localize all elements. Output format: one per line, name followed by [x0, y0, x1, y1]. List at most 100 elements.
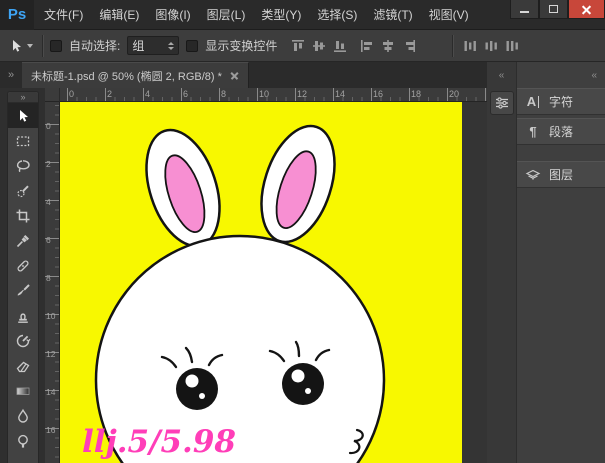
document-tab[interactable]: 未标题-1.psd @ 50% (椭圆 2, RGB/8) *: [22, 62, 249, 88]
layers-panel-label: 图层: [549, 166, 573, 183]
signature-text: llj.5/5.98: [82, 424, 236, 460]
h-ruler-label-4: 4: [145, 89, 150, 99]
current-tool-preset[interactable]: [6, 36, 35, 56]
auto-select-dropdown[interactable]: 组: [127, 36, 179, 55]
tool-options-bar: 自动选择: 组 显示变换控件: [0, 30, 605, 62]
h-ruler-label-14: 14: [335, 89, 345, 99]
v-ruler-label-6: 6: [46, 235, 51, 245]
h-ruler-label-20: 20: [449, 89, 459, 99]
v-ruler-label-8: 8: [46, 273, 51, 283]
eraser-tool-button[interactable]: [8, 353, 38, 378]
crop-tool-button[interactable]: [8, 203, 38, 228]
align-horizontal-centers-button[interactable]: [378, 36, 398, 56]
brush-tool-button[interactable]: [8, 278, 38, 303]
adjustments-icon: [495, 96, 509, 110]
auto-select-checkbox[interactable]: [50, 40, 62, 52]
icon-panel-column: «: [487, 62, 517, 463]
align-bottom-edges-button[interactable]: [330, 36, 350, 56]
minimize-icon: [520, 11, 529, 13]
show-transform-label: 显示变换控件: [205, 37, 277, 54]
h-ruler-label-2: 2: [107, 89, 112, 99]
distribute-right-edges-button[interactable]: [502, 36, 522, 56]
v-ruler-label-16: 16: [46, 425, 55, 435]
app-logo[interactable]: Ps: [0, 0, 34, 30]
left-dock-expand-button[interactable]: »: [0, 62, 22, 88]
icon-panel-collapse-button[interactable]: «: [487, 62, 516, 88]
v-ruler-label-4: 4: [46, 197, 51, 207]
h-ruler-label-10: 10: [259, 89, 269, 99]
document-area: 02468101214161820 0246810121416: [45, 88, 487, 463]
align-right-edges-button[interactable]: [399, 36, 419, 56]
auto-select-value: 组: [132, 37, 164, 54]
align-left-edges-button[interactable]: [357, 36, 377, 56]
paragraph-panel-button[interactable]: ¶ 段落: [517, 118, 605, 145]
history-brush-tool-icon: [15, 333, 31, 349]
dropdown-spinner-icon: [168, 42, 174, 50]
eyedropper-tool-icon: [15, 233, 31, 249]
quick-selection-tool-button[interactable]: [8, 178, 38, 203]
options-separator: [42, 35, 43, 57]
blur-tool-icon: [15, 408, 31, 424]
align-group-vertical: [288, 36, 350, 56]
v-ruler-label-14: 14: [46, 387, 55, 397]
spot-healing-brush-tool-icon: [15, 258, 31, 274]
lasso-tool-button[interactable]: [8, 153, 38, 178]
move-tool-icon: [8, 38, 24, 54]
panel-button-column: « A 字符 ¶ 段落 图层: [517, 62, 605, 463]
collapse-left-icon: «: [499, 70, 505, 81]
canvas[interactable]: llj.5/5.98: [60, 102, 462, 463]
distribute-horizontal-centers-icon: [483, 38, 499, 54]
tools-panel: »: [7, 91, 39, 463]
blur-tool-button[interactable]: [8, 403, 38, 428]
panel-collapse-button[interactable]: «: [517, 62, 605, 88]
align-vertical-centers-button[interactable]: [309, 36, 329, 56]
horizontal-ruler[interactable]: 02468101214161820: [45, 88, 487, 102]
close-button[interactable]: [568, 0, 605, 19]
ruler-corner: [45, 88, 60, 102]
gradient-tool-button[interactable]: [8, 378, 38, 403]
h-ruler-label-16: 16: [373, 89, 383, 99]
tools-panel-grip[interactable]: »: [8, 92, 38, 103]
dodge-tool-button[interactable]: [8, 428, 38, 453]
minimize-button[interactable]: [510, 0, 539, 19]
align-bottom-edges-icon: [332, 38, 348, 54]
rectangular-marquee-tool-button[interactable]: [8, 128, 38, 153]
menu-item-1[interactable]: 文件(F): [36, 0, 91, 30]
adjustments-panel-button[interactable]: [490, 91, 514, 115]
menu-item-2[interactable]: 编辑(E): [91, 0, 147, 30]
preset-caret-icon: [27, 44, 33, 48]
app-logo-text: Ps: [8, 6, 26, 23]
distribute-horizontal-centers-button[interactable]: [481, 36, 501, 56]
layers-panel-button[interactable]: 图层: [517, 161, 605, 188]
spot-healing-brush-tool-button[interactable]: [8, 253, 38, 278]
menu-bar-items: 文件(F)编辑(E)图像(I)图层(L)类型(Y)选择(S)滤镜(T)视图(V): [36, 0, 477, 29]
menu-item-7[interactable]: 滤镜(T): [365, 0, 420, 30]
h-ruler-label-12: 12: [297, 89, 307, 99]
vertical-ruler[interactable]: 0246810121416: [45, 102, 60, 463]
menu-item-4[interactable]: 图层(L): [199, 0, 254, 30]
move-tool-button[interactable]: [8, 103, 38, 128]
show-transform-checkbox[interactable]: [186, 40, 198, 52]
maximize-icon: [549, 5, 558, 13]
distribute-left-edges-button[interactable]: [460, 36, 480, 56]
close-tab-icon[interactable]: [230, 71, 239, 80]
brush-tool-icon: [15, 283, 31, 299]
menu-item-8[interactable]: 视图(V): [421, 0, 477, 30]
character-panel-button[interactable]: A 字符: [517, 88, 605, 115]
character-icon: A: [524, 93, 542, 111]
eyedropper-tool-button[interactable]: [8, 228, 38, 253]
align-top-edges-button[interactable]: [288, 36, 308, 56]
history-brush-tool-button[interactable]: [8, 328, 38, 353]
distribute-right-edges-icon: [504, 38, 520, 54]
lasso-tool-icon: [15, 158, 31, 174]
v-ruler-label-2: 2: [46, 159, 51, 169]
dodge-tool-icon: [15, 433, 31, 449]
menu-item-6[interactable]: 选择(S): [309, 0, 365, 30]
paragraph-panel-label: 段落: [549, 123, 573, 140]
menu-item-5[interactable]: 类型(Y): [253, 0, 309, 30]
grip-arrows-icon: »: [20, 93, 25, 102]
maximize-button[interactable]: [539, 0, 568, 19]
distribute-left-edges-icon: [462, 38, 478, 54]
clone-stamp-tool-button[interactable]: [8, 303, 38, 328]
menu-item-3[interactable]: 图像(I): [147, 0, 198, 30]
